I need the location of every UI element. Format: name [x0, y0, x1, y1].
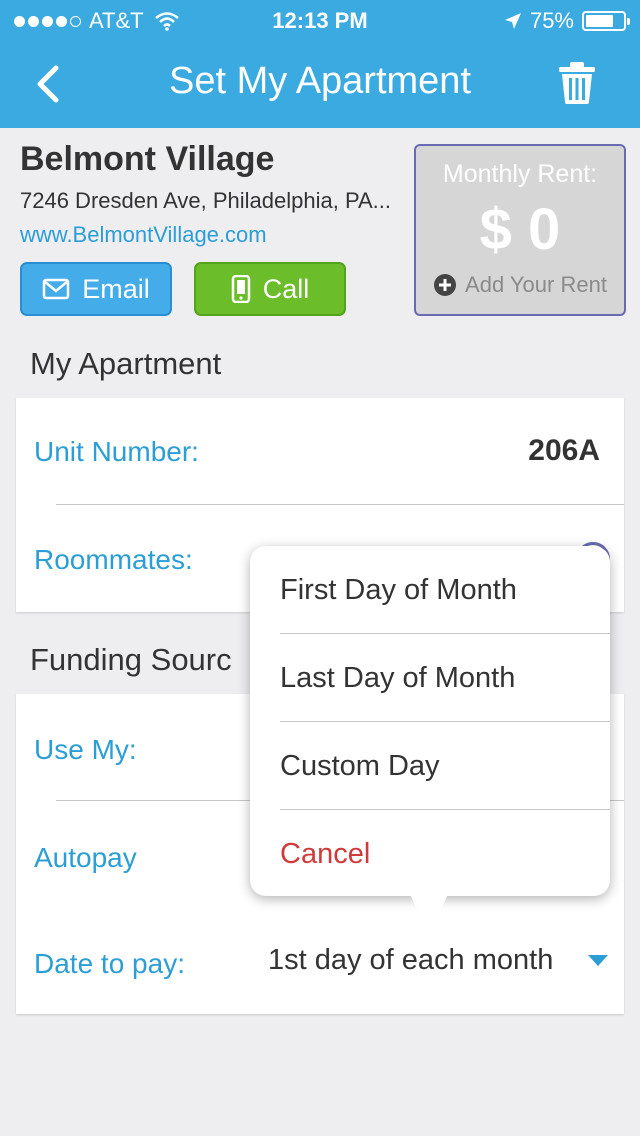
status-bar: AT&T 12:13 PM 75%	[0, 0, 640, 40]
option-first-day[interactable]: First Day of Month	[250, 546, 610, 634]
rent-label: Monthly Rent:	[442, 160, 598, 188]
roommates-label: Roommates:	[34, 544, 193, 575]
date-options-popover: First Day of Month Last Day of Month Cus…	[250, 546, 610, 896]
call-button[interactable]: Call	[194, 262, 346, 316]
monthly-rent-box[interactable]: Monthly Rent: $ 0 Add Your Rent	[414, 144, 626, 316]
property-address: 7246 Dresden Ave, Philadelphia, PA...	[20, 188, 391, 213]
email-button[interactable]: Email	[20, 262, 172, 316]
phone-icon	[231, 275, 250, 303]
option-last-day[interactable]: Last Day of Month	[250, 634, 610, 722]
cancel-button[interactable]: Cancel	[250, 810, 610, 898]
add-rent-label: Add Your Rent	[465, 272, 607, 297]
divider	[56, 504, 624, 505]
location-arrow-icon	[504, 13, 521, 29]
unit-number-label: Unit Number:	[34, 436, 199, 467]
envelope-icon	[42, 278, 70, 300]
nav-header: AT&T 12:13 PM 75% Set My Apartment	[0, 0, 640, 128]
popover-pointer	[410, 894, 448, 936]
property-website-link[interactable]: www.BelmontVillage.com	[20, 222, 267, 248]
unit-number-value[interactable]: 206A	[528, 434, 600, 468]
my-apartment-heading: My Apartment	[30, 346, 222, 381]
date-to-pay-label: Date to pay:	[34, 948, 185, 979]
option-custom-day[interactable]: Custom Day	[250, 722, 610, 810]
add-rent-button[interactable]: Add Your Rent	[416, 272, 624, 298]
battery-percent: 75%	[529, 8, 574, 33]
status-right: 75%	[504, 8, 630, 34]
rent-value: $ 0	[479, 197, 561, 262]
page-title: Set My Apartment	[168, 60, 471, 102]
call-button-label: Call	[262, 273, 310, 304]
plus-circle-icon	[434, 274, 457, 296]
trash-icon[interactable]	[554, 60, 600, 106]
date-to-pay-value[interactable]: 1st day of each month	[268, 944, 553, 977]
email-button-label: Email	[82, 273, 150, 304]
property-name: Belmont Village	[20, 140, 275, 178]
funding-source-heading: Funding Sourc	[30, 642, 232, 677]
autopay-label: Autopay	[34, 842, 137, 873]
dropdown-arrow-icon[interactable]	[588, 955, 608, 966]
use-my-label: Use My:	[34, 734, 137, 765]
battery-icon	[582, 11, 630, 31]
